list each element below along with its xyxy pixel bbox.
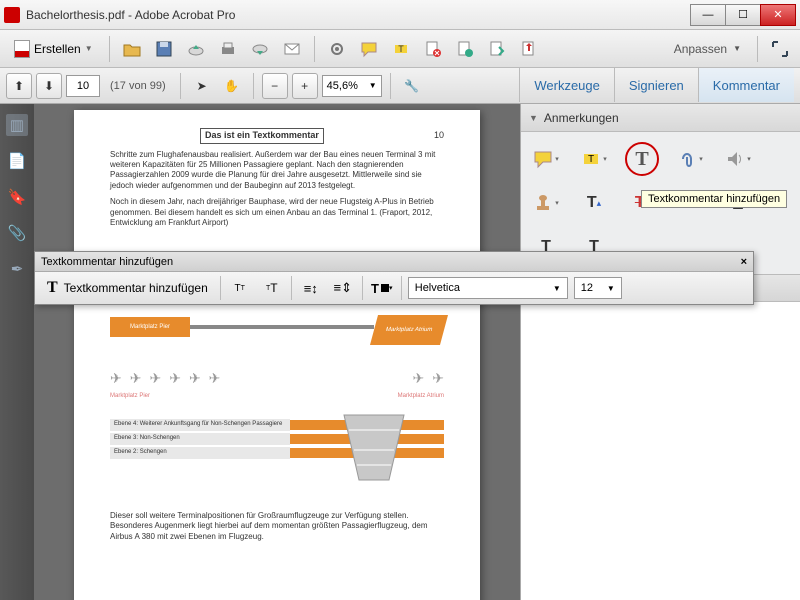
stamp-tool[interactable]: ▾ xyxy=(533,190,559,216)
customize-button[interactable]: Anpassen ▼ xyxy=(666,42,749,56)
panel-title: Anmerkungen xyxy=(544,111,619,125)
attachments-rail-button[interactable]: 📎 xyxy=(6,222,28,244)
diagram-label: Marktplatz Atrium xyxy=(370,315,448,345)
diagram-label: Marktplatz Pier xyxy=(110,317,190,337)
main-toolbar: Erstellen ▼ T Anpassen ▼ xyxy=(0,30,800,68)
signatures-rail-button[interactable]: ✒ xyxy=(6,258,28,280)
zoom-select[interactable]: 45,6%▼ xyxy=(322,75,382,97)
settings-button[interactable] xyxy=(323,35,351,63)
create-label: Erstellen xyxy=(34,42,81,56)
decrease-size-button[interactable]: TT xyxy=(227,276,253,300)
save-button[interactable] xyxy=(150,35,178,63)
open-button[interactable] xyxy=(118,35,146,63)
page-number: 10 xyxy=(434,130,444,142)
tab-label: Kommentar xyxy=(713,78,780,93)
tab-kommentar[interactable]: Kommentar xyxy=(698,68,794,102)
cloud-down-button[interactable] xyxy=(246,35,274,63)
left-nav-rail: ▥ 📄 🔖 📎 ✒ xyxy=(0,104,34,600)
highlight-button[interactable]: T xyxy=(387,35,415,63)
comments-panel: ▼ Anmerkungen ▾ T▾ T ▾ ▾ ▾ T▴ T▴ T T T T… xyxy=(520,104,800,600)
customize-label: Anpassen xyxy=(674,42,727,56)
window-close-button[interactable]: ✕ xyxy=(760,4,796,26)
font-value: Helvetica xyxy=(415,282,460,294)
delete-comment-button[interactable] xyxy=(419,35,447,63)
svg-text:T: T xyxy=(398,44,404,54)
mode-label: Textkommentar hinzufügen xyxy=(64,281,208,295)
page-up-button[interactable]: ⬆ xyxy=(6,73,32,99)
email-button[interactable] xyxy=(278,35,306,63)
insert-text-tool[interactable]: T▴ xyxy=(581,190,607,216)
thumbnails-rail-button[interactable]: ▥ xyxy=(6,114,28,136)
app-icon xyxy=(4,7,20,23)
kommentarliste-body xyxy=(521,302,800,600)
anmerkungen-header[interactable]: ▼ Anmerkungen xyxy=(521,104,800,132)
page-down-button[interactable]: ⬇ xyxy=(36,73,62,99)
text-color-button[interactable]: T▾ xyxy=(369,276,395,300)
text-comment-annotation[interactable]: Das ist ein Textkommentar xyxy=(200,128,324,144)
tab-label: Signieren xyxy=(629,78,684,93)
tab-label: Werkzeuge xyxy=(534,78,600,93)
font-family-select[interactable]: Helvetica▼ xyxy=(408,277,568,299)
body-text: Dieser soll weitere Terminalpositionen f… xyxy=(110,511,444,542)
cloud-up-button[interactable] xyxy=(182,35,210,63)
hand-tool-button[interactable]: ✋ xyxy=(219,73,245,99)
body-text: Noch in diesem Jahr, nach dreijähriger B… xyxy=(110,197,444,228)
select-tool-button[interactable]: ➤ xyxy=(189,73,215,99)
attach-file-tool[interactable]: ▾ xyxy=(677,146,703,172)
zoom-out-button[interactable]: − xyxy=(262,73,288,99)
create-button[interactable]: Erstellen ▼ xyxy=(6,35,101,63)
window-maximize-button[interactable]: ☐ xyxy=(725,4,761,26)
tools-1-button[interactable] xyxy=(451,35,479,63)
pages-rail-button[interactable]: 📄 xyxy=(6,150,28,172)
window-titlebar: Bachelorthesis.pdf - Adobe Acrobat Pro —… xyxy=(0,0,800,30)
tooltip: Textkommentar hinzufügen xyxy=(641,190,787,208)
comment-bubble-button[interactable] xyxy=(355,35,383,63)
text-comment-toolbar[interactable]: Textkommentar hinzufügen × T Textkomment… xyxy=(34,251,754,305)
text-comment-mode-button[interactable]: T Textkommentar hinzufügen xyxy=(41,279,214,297)
nav-toolbar: ⬆ ⬇ (17 von 99) ➤ ✋ − + 45,6%▼ 🔧 Werkzeu… xyxy=(0,68,800,104)
bar-label: Ebene 2: Schengen xyxy=(110,447,290,459)
pdf-page: 10 Das ist ein Textkommentar Schritte zu… xyxy=(74,110,480,600)
audio-comment-tool[interactable]: ▾ xyxy=(725,146,751,172)
diagram: Marktplatz Pier Marktplatz Atrium ✈✈✈✈✈✈… xyxy=(110,315,444,495)
tools-2-button[interactable] xyxy=(483,35,511,63)
highlight-text-tool[interactable]: T▾ xyxy=(581,146,607,172)
body-text: Schritte zum Flughafenausbau realisiert.… xyxy=(110,150,444,192)
font-size-select[interactable]: 12▼ xyxy=(574,277,622,299)
add-text-comment-tool[interactable]: T xyxy=(625,142,659,176)
zoom-value: 45,6% xyxy=(327,80,358,92)
tools-3-button[interactable] xyxy=(515,35,543,63)
decrease-spacing-button[interactable]: ≡↕ xyxy=(298,276,324,300)
svg-text:T: T xyxy=(588,154,594,165)
plane-icon: ✈ xyxy=(110,369,122,387)
float-toolbar-header[interactable]: Textkommentar hinzufügen × xyxy=(35,252,753,272)
tower-graphic xyxy=(334,405,414,485)
zoom-in-button[interactable]: + xyxy=(292,73,318,99)
tab-werkzeuge[interactable]: Werkzeuge xyxy=(519,68,614,102)
window-minimize-button[interactable]: — xyxy=(690,4,726,26)
fullscreen-button[interactable] xyxy=(766,35,794,63)
increase-size-button[interactable]: TT xyxy=(259,276,285,300)
chevron-down-icon: ▼ xyxy=(733,44,741,53)
pdf-icon xyxy=(14,40,30,58)
chevron-down-icon: ▼ xyxy=(85,44,93,53)
chevron-down-icon: ▼ xyxy=(529,113,538,123)
bar-label: Ebene 4: Weiterer Ankunftsgang für Non-S… xyxy=(110,419,290,431)
bookmarks-rail-button[interactable]: 🔖 xyxy=(6,186,28,208)
close-icon[interactable]: × xyxy=(741,256,747,268)
print-button[interactable] xyxy=(214,35,242,63)
diagram-sublabel: Marktplatz Pier xyxy=(110,393,150,401)
page-number-input[interactable] xyxy=(66,75,100,97)
increase-spacing-button[interactable]: ≡⇕ xyxy=(330,276,356,300)
tab-signieren[interactable]: Signieren xyxy=(614,68,698,102)
view-tools-button[interactable]: 🔧 xyxy=(399,73,425,99)
sticky-note-tool[interactable]: ▾ xyxy=(533,146,559,172)
size-value: 12 xyxy=(581,282,593,294)
window-title: Bachelorthesis.pdf - Adobe Acrobat Pro xyxy=(26,8,691,22)
bar-label: Ebene 3: Non-Schengen xyxy=(110,433,290,445)
page-count-label: (17 von 99) xyxy=(110,80,166,92)
diagram-sublabel: Marktplatz Atrium xyxy=(398,393,444,401)
float-title: Textkommentar hinzufügen xyxy=(41,256,173,268)
document-viewport[interactable]: 10 Das ist ein Textkommentar Schritte zu… xyxy=(34,104,520,600)
